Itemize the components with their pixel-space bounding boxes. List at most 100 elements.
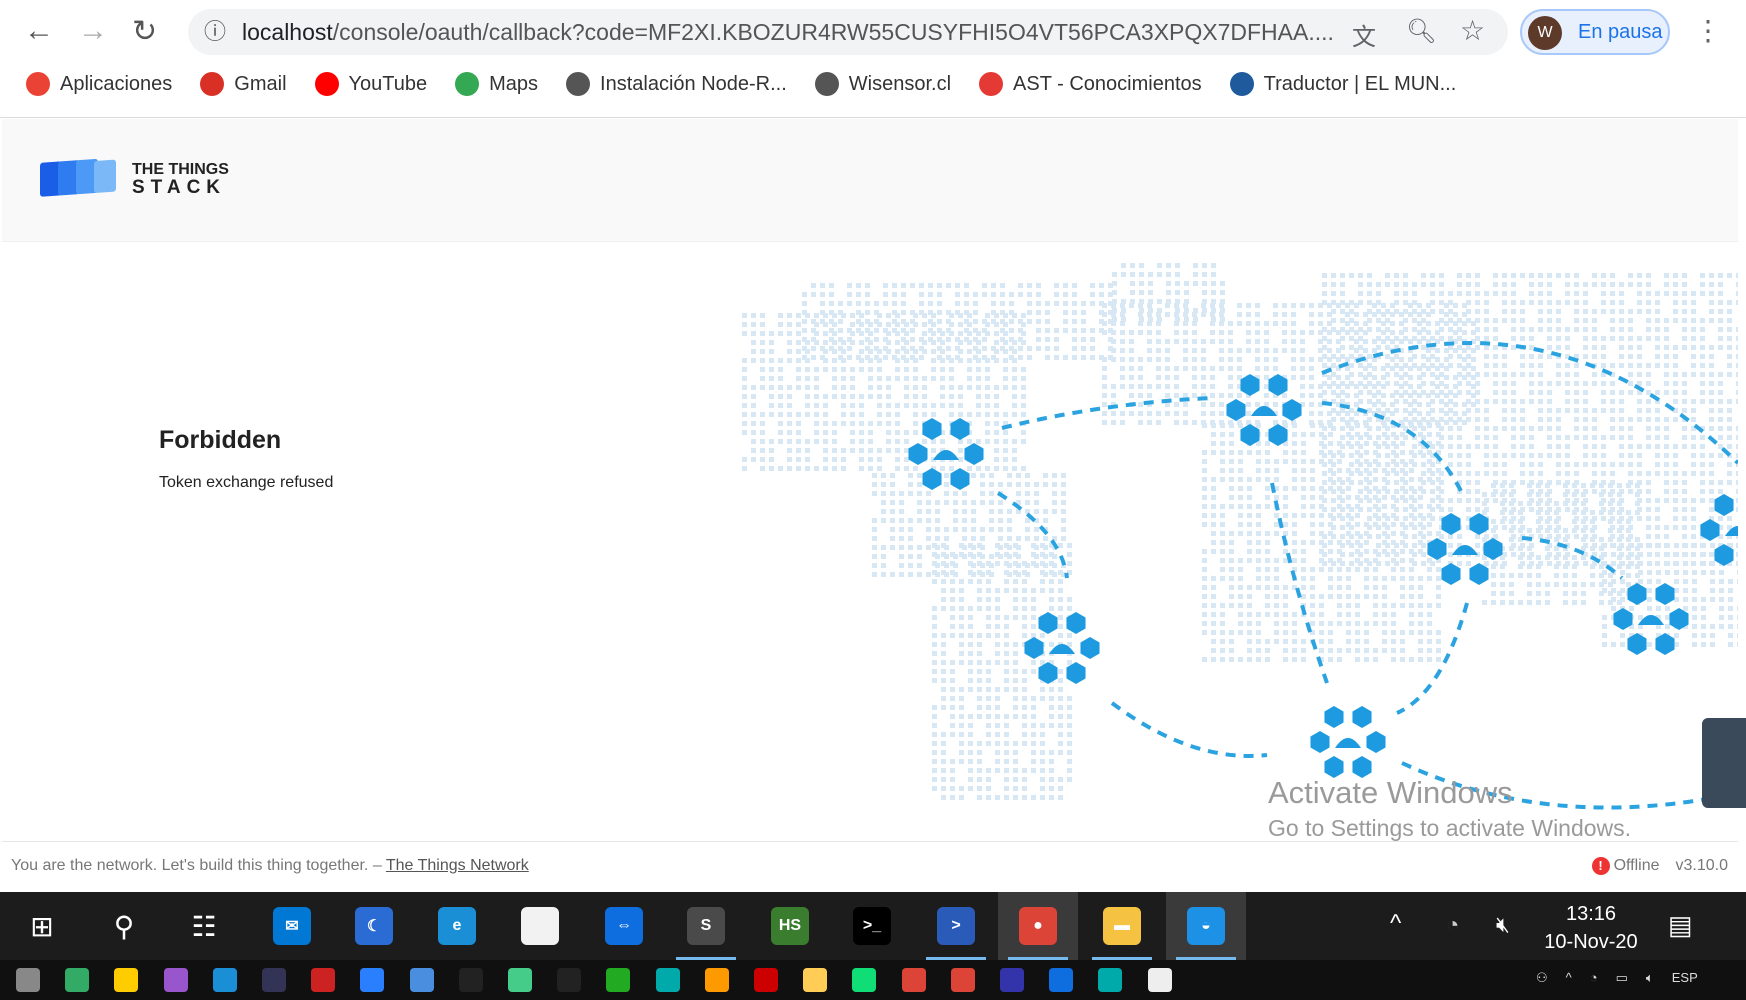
taskbar-app[interactable]: ⇔ [584,892,664,960]
bookmark-item[interactable]: Traductor | EL MUN... [1229,72,1456,96]
pinned-app-icon[interactable] [852,968,877,992]
pinned-app-icon[interactable] [458,968,483,992]
bookmark-item[interactable]: Instalación Node-R... [566,72,787,96]
secondary-tray: ⚇ ^ ◔ ▭ 🔈︎ ESP [1536,970,1698,986]
back-icon[interactable]: ← [24,14,54,48]
pinned-app-icon[interactable] [65,968,90,992]
the-things-network-link[interactable]: The Things Network [386,857,529,874]
search-icon: ⚲ [113,910,135,942]
bookmark-item[interactable]: Wisensor.cl [814,72,951,96]
pinned-app-icon[interactable] [803,968,828,992]
pinned-app-icon[interactable] [655,968,680,992]
pinned-app-icon[interactable] [1000,968,1024,992]
taskbar-app[interactable]: ✉ [252,892,332,960]
pinned-app-icon[interactable] [212,968,237,992]
gmail-icon [200,72,225,96]
pinned-app-icon[interactable] [754,968,778,992]
pinned-app-icon[interactable] [114,968,139,992]
taskbar-app[interactable]: ● [998,892,1078,960]
pinned-app-icon[interactable] [508,968,532,992]
version-label: v3.10.0 [1675,857,1728,874]
bookmark-label: AST - Conocimientos [1013,72,1202,95]
connection-line [1270,482,1329,684]
bookmark-item[interactable]: Maps [455,72,538,96]
taskbar-app[interactable] [500,892,580,960]
powershell-icon: > [937,907,975,945]
language-indicator[interactable]: ESP [1672,970,1698,986]
chrome-icon: ● [1019,907,1057,945]
star-icon[interactable]: ☆ [1460,14,1485,47]
wifi-icon[interactable]: ◔ [1590,970,1598,986]
dotted-landmass [742,263,1738,800]
profile-label: En pausa [1578,21,1663,43]
page-header: THE THINGS STACK [2,119,1738,242]
activate-windows-watermark: Activate Windows Go to Settings to activ… [1268,775,1631,842]
gateway-node-icon [1310,706,1386,778]
pinned-app-icon[interactable] [163,968,188,992]
teamviewer-side-panel[interactable] [1702,718,1746,808]
clock[interactable]: 13:16 10-Nov-20 [1536,900,1646,956]
taskbar-app[interactable]: >_ [832,892,912,960]
profile-button[interactable]: W En pausa [1520,9,1670,55]
pinned-app-icon[interactable] [704,968,729,992]
taskbar-app[interactable]: ☾ [334,892,414,960]
gateway-node-icon [1700,494,1738,566]
translate-icon[interactable]: 文 [1352,17,1376,52]
taskbar-app[interactable]: ☷ [164,892,244,960]
footer-tagline: You are the network. Let's build this th… [11,857,529,875]
footer: You are the network. Let's build this th… [2,841,1738,892]
bookmark-item[interactable]: YouTube [314,72,427,96]
menu-icon[interactable]: ⋮ [1694,14,1722,47]
bookmark-item[interactable]: Gmail [200,72,287,96]
bookmark-label: Maps [489,72,539,95]
taskbar-app[interactable]: e [417,892,497,960]
notifications-icon[interactable]: ▤ [1668,910,1693,941]
pinned-app-icon[interactable] [1049,968,1074,992]
taskbar-app[interactable]: ⊞ [2,892,82,960]
volume-icon[interactable]: 🔈︎ [1646,970,1654,986]
file-icon [521,907,559,945]
logo-text-line2: STACK [132,177,227,198]
pinned-app-icon[interactable] [950,968,975,992]
pinned-app-icon[interactable] [409,968,434,992]
forward-icon[interactable]: → [78,14,108,48]
battery-icon[interactable]: ▭ [1616,970,1628,986]
tray-chevron-icon[interactable]: ^ [1390,910,1401,938]
people-icon[interactable]: ⚇ [1536,970,1548,986]
taskbar-app[interactable]: ⚲ [84,892,164,960]
taskbar-app[interactable]: HS [750,892,830,960]
docker-icon: ◒ [1187,907,1225,945]
connection-line [1110,701,1268,758]
pinned-app-icon[interactable] [901,968,926,992]
ast-icon [979,72,1004,96]
taskbar-app[interactable]: ▬ [1082,892,1162,960]
app-moon-icon: ☾ [355,907,393,945]
taskbar-app[interactable]: ◒ [1166,892,1246,960]
error-title: Forbidden [159,426,282,454]
pinned-app-icon[interactable] [606,968,631,992]
bookmark-label: Gmail [234,72,287,95]
address-bar[interactable]: ⓘ localhost/console/oauth/callback?code=… [188,9,1508,55]
pinned-app-icon[interactable] [16,968,40,992]
zoom-icon[interactable]: 🔍︎ [1406,17,1436,46]
tray-chevron-icon[interactable]: ^ [1566,970,1572,986]
avatar: W [1528,16,1562,50]
taskbar-app[interactable]: S [666,892,746,960]
pinned-app-icon[interactable] [311,968,336,992]
pinned-app-icon[interactable] [360,968,385,992]
secondary-taskbar: ⚇ ^ ◔ ▭ 🔈︎ ESP [0,960,1746,1000]
reload-icon[interactable]: ↻ [132,14,157,49]
pinned-app-icon[interactable] [1098,968,1123,992]
offline-alert-icon: ! [1591,857,1610,875]
taskbar-app[interactable]: > [916,892,996,960]
pinned-app-icon[interactable] [1147,968,1172,992]
pinned-app-icon[interactable] [557,968,582,992]
mute-icon[interactable]: 🔇︎ [1496,912,1510,938]
the-things-stack-logo[interactable]: THE THINGS STACK [38,157,229,201]
pinned-app-icon[interactable] [262,968,286,992]
bookmark-item[interactable]: AST - Conocimientos [979,72,1202,96]
watermark-line2: Go to Settings to activate Windows. [1268,815,1632,841]
url-path: /console/oauth/callback?code=MF2XI.KBOZU… [332,19,1334,45]
wifi-icon[interactable]: ◔ [1446,912,1459,938]
bookmark-item[interactable]: Aplicaciones [26,72,172,96]
